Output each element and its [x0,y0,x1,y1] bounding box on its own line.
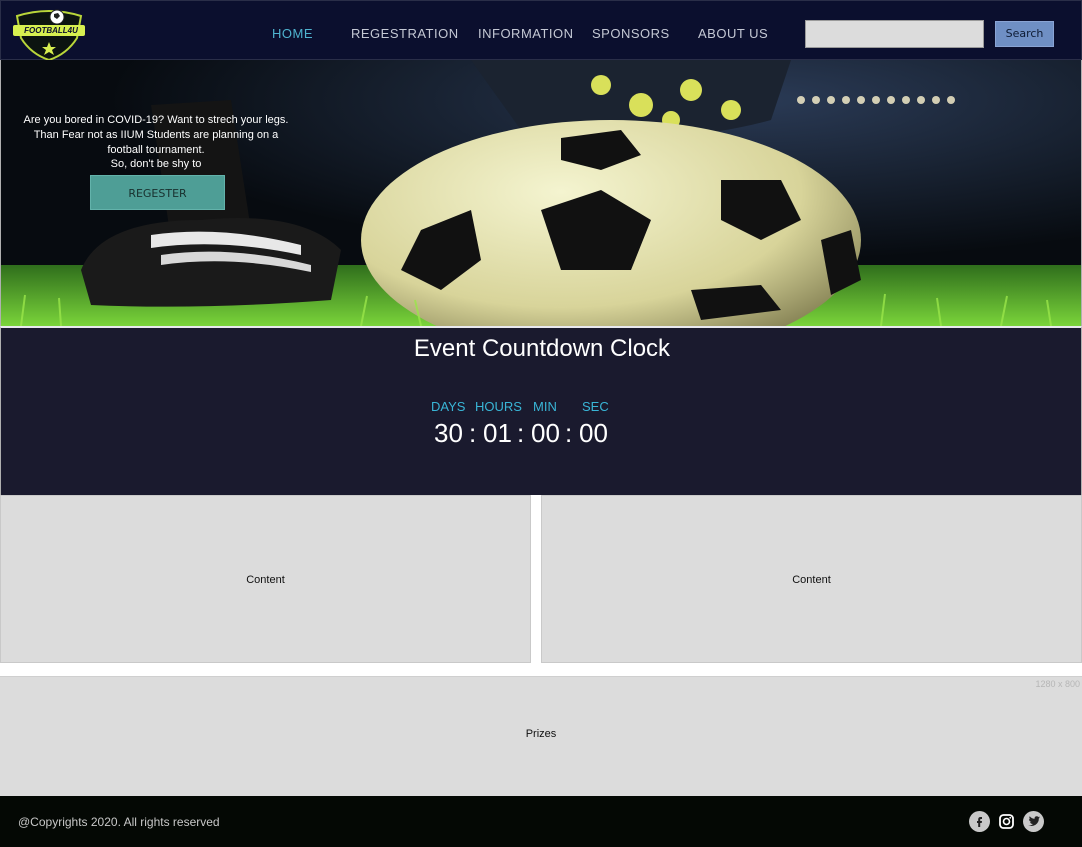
logo-text: FOOTBALL4U [24,26,78,35]
countdown-separator: : [469,418,477,448]
logo[interactable]: FOOTBALL4U [9,4,89,62]
content-panel-right: Content [541,495,1082,663]
nav-information[interactable]: INFORMATION [478,26,574,41]
search-button[interactable]: Search [995,21,1054,47]
countdown-hours-label: HOURS [475,399,522,414]
prizes-section: 1280 x 800 Prizes [0,676,1082,796]
search-input[interactable] [805,20,984,48]
nav-registration[interactable]: REGESTRATION [351,26,459,41]
navbar: FOOTBALL4U HOME REGESTRATION INFORMATION… [0,0,1082,62]
content-area: Content Content [0,495,1082,676]
content-panel-left: Content [0,495,531,663]
copyright-text: @Copyrights 2020. All rights reserved [18,815,220,829]
prizes-label: Prizes [525,728,557,740]
countdown-sec-label: SEC [582,399,609,414]
twitter-icon[interactable] [1023,811,1044,832]
nav-home[interactable]: HOME [272,26,313,41]
countdown-min-value: 00 [531,418,560,448]
nav-about-us[interactable]: ABOUT US [698,26,768,41]
footer: @Copyrights 2020. All rights reserved [0,796,1082,847]
hero-text: Are you bored in COVID-19? Want to strec… [23,114,289,156]
nav-sponsors[interactable]: SPONSORS [592,26,670,41]
hero-banner: Are you bored in COVID-19? Want to strec… [0,60,1082,326]
countdown-section: Event Countdown Clock DAYS HOURS MIN SEC… [0,326,1082,495]
facebook-icon[interactable] [969,811,990,832]
countdown-sec-value: 00 [579,418,608,448]
countdown-days-label: DAYS [431,399,466,414]
countdown-separator: : [565,418,573,448]
dimension-note: 1280 x 800 [1035,679,1080,689]
countdown-title: Event Countdown Clock [413,335,671,362]
hero-subtext: So, don't be shy to [110,158,202,170]
countdown-separator: : [517,418,525,448]
register-button[interactable]: REGESTER [90,175,225,210]
countdown-hours-value: 01 [483,418,512,448]
countdown-days-value: 30 [434,418,463,448]
instagram-icon[interactable] [996,811,1017,832]
countdown-min-label: MIN [533,399,557,414]
